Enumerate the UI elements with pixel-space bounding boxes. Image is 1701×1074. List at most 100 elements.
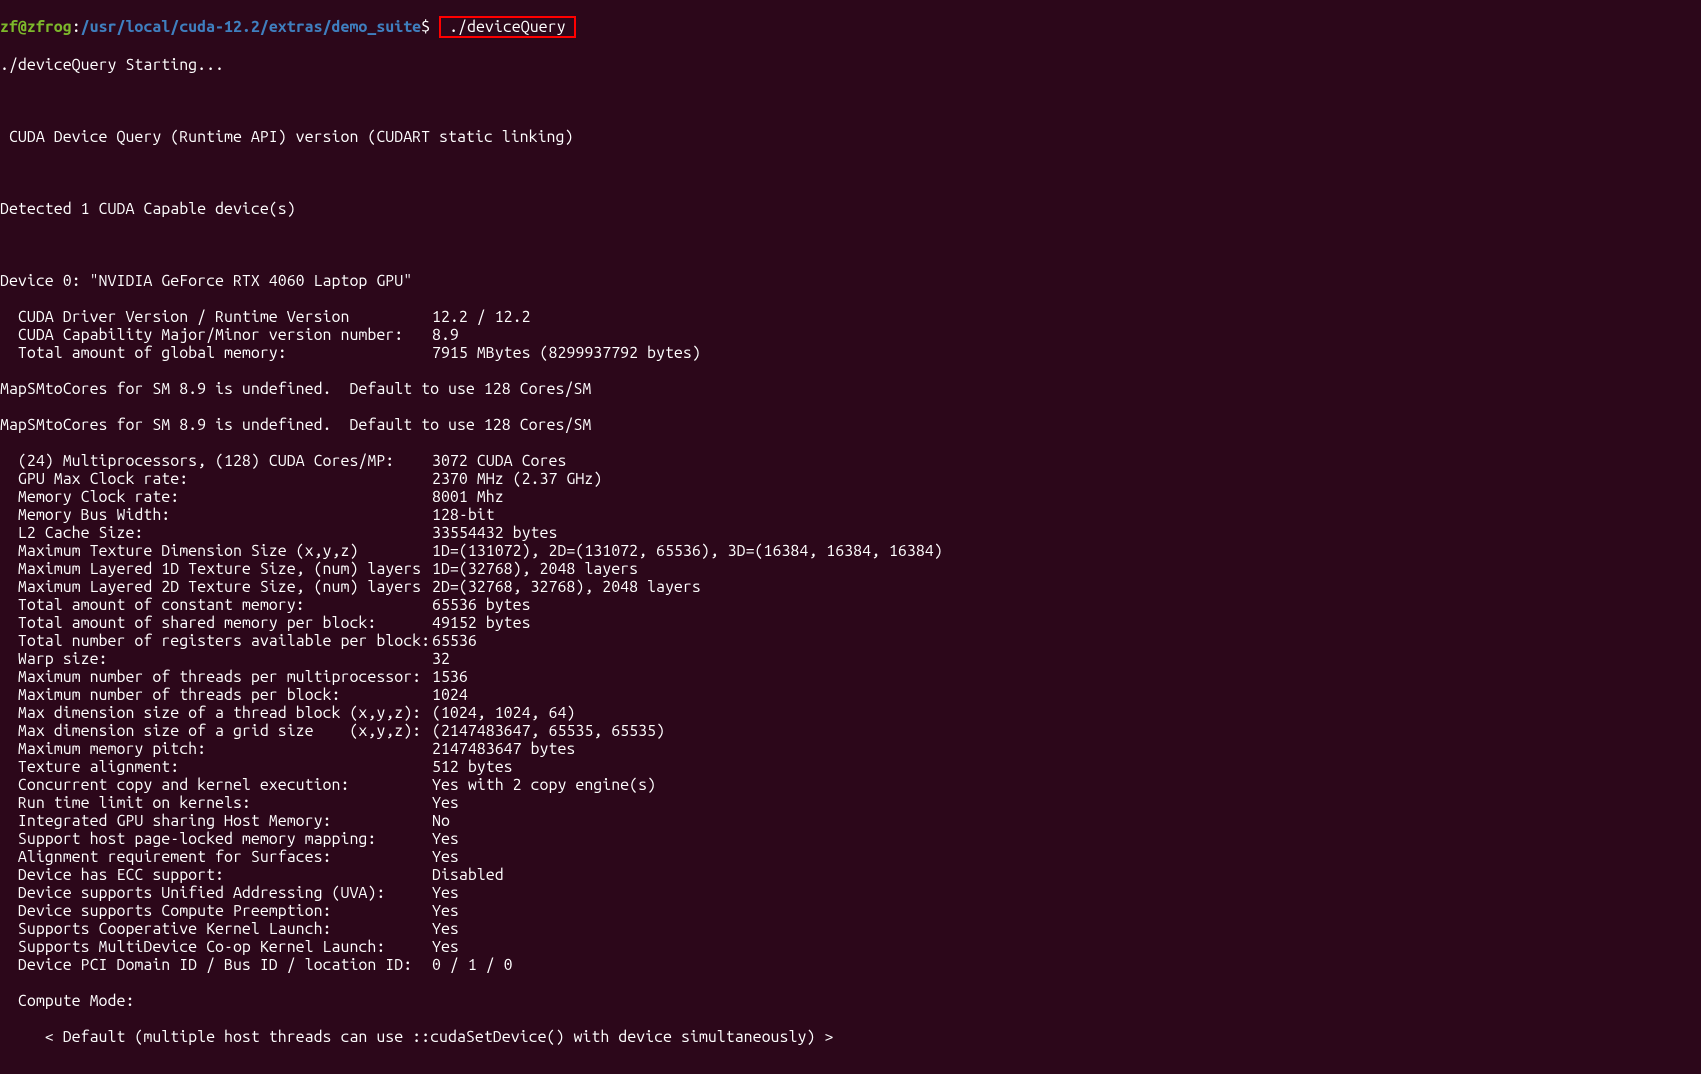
device-property-row: Maximum Layered 1D Texture Size, (num) l… [0,560,1701,578]
output-mapsm-2: MapSMtoCores for SM 8.9 is undefined. De… [0,416,1701,434]
device-property-row-value: 1D=(131072), 2D=(131072, 65536), 3D=(163… [432,542,943,560]
device-property-row-key: Total amount of global memory: [0,344,432,362]
device-property-row-value: 2147483647 bytes [432,740,575,758]
device-property-row-value: 512 bytes [432,758,513,776]
command-highlight-box: ./deviceQuery [439,16,575,38]
device-property-row-value: Yes [432,794,459,812]
device-property-row-value: 128-bit [432,506,495,524]
device-property-row: CUDA Capability Major/Minor version numb… [0,326,1701,344]
device-property-row-value: 8.9 [432,326,459,344]
device-property-row: Total amount of shared memory per block:… [0,614,1701,632]
device-property-row: L2 Cache Size:33554432 bytes [0,524,1701,542]
device-property-row: Maximum Layered 2D Texture Size, (num) l… [0,578,1701,596]
device-property-row: Alignment requirement for Surfaces:Yes [0,848,1701,866]
output-mapsm-1: MapSMtoCores for SM 8.9 is undefined. De… [0,380,1701,398]
device-property-row: Supports Cooperative Kernel Launch:Yes [0,920,1701,938]
prompt-dollar: $ [421,18,439,36]
device-property-row-value: Yes [432,920,459,938]
device-property-row-key: Device supports Compute Preemption: [0,902,432,920]
device-property-row-key: Support host page-locked memory mapping: [0,830,432,848]
device-property-row-value: 1024 [432,686,468,704]
device-property-row-value: (2147483647, 65535, 65535) [432,722,665,740]
device-property-row-value: 1536 [432,668,468,686]
terminal-output[interactable]: zf@zfrog:/usr/local/cuda-12.2/extras/dem… [0,0,1701,1074]
device-property-row-value: Disabled [432,866,504,884]
device-property-row-value: Yes [432,938,459,956]
device-property-row: Device supports Unified Addressing (UVA)… [0,884,1701,902]
device-property-row-key: L2 Cache Size: [0,524,432,542]
device-property-row: Total amount of global memory:7915 MByte… [0,344,1701,362]
device-property-row: Device PCI Domain ID / Bus ID / location… [0,956,1701,974]
output-detected: Detected 1 CUDA Capable device(s) [0,200,1701,218]
device-property-row: Support host page-locked memory mapping:… [0,830,1701,848]
device-property-row-value: Yes [432,830,459,848]
device-property-row-key: Texture alignment: [0,758,432,776]
device-property-row: Memory Bus Width:128-bit [0,506,1701,524]
output-device-name: Device 0: "NVIDIA GeForce RTX 4060 Lapto… [0,272,1701,290]
device-property-row-value: 0 / 1 / 0 [432,956,513,974]
device-property-row-key: Supports Cooperative Kernel Launch: [0,920,432,938]
device-property-row: Maximum number of threads per multiproce… [0,668,1701,686]
device-property-row-key: Device PCI Domain ID / Bus ID / location… [0,956,432,974]
output-starting: ./deviceQuery Starting... [0,56,1701,74]
device-property-row-key: Memory Clock rate: [0,488,432,506]
device-property-row-key: Maximum Layered 1D Texture Size, (num) l… [0,560,432,578]
device-property-row-key: Alignment requirement for Surfaces: [0,848,432,866]
device-property-row: (24) Multiprocessors, (128) CUDA Cores/M… [0,452,1701,470]
device-property-row-value: 1D=(32768), 2048 layers [432,560,638,578]
prompt-colon: : [72,18,81,36]
device-property-row: Total amount of constant memory:65536 by… [0,596,1701,614]
blank-line [0,1064,1701,1074]
prompt-user: zf@zfrog [0,18,72,36]
device-property-row: CUDA Driver Version / Runtime Version12.… [0,308,1701,326]
device-property-row-value: 2D=(32768, 32768), 2048 layers [432,578,701,596]
device-property-row: Run time limit on kernels:Yes [0,794,1701,812]
device-property-row-key: Maximum number of threads per multiproce… [0,668,432,686]
device-property-row-key: Max dimension size of a thread block (x,… [0,704,432,722]
device-property-row-key: Memory Bus Width: [0,506,432,524]
device-property-row-key: Total amount of shared memory per block: [0,614,432,632]
device-property-row-value: Yes [432,884,459,902]
device-property-row-value: No [432,812,450,830]
device-property-row-key: Integrated GPU sharing Host Memory: [0,812,432,830]
device-property-row-key: CUDA Capability Major/Minor version numb… [0,326,432,344]
device-property-row: Device supports Compute Preemption:Yes [0,902,1701,920]
device-property-row-value: 33554432 bytes [432,524,557,542]
device-property-row-key: Device supports Unified Addressing (UVA)… [0,884,432,902]
device-property-row-value: Yes with 2 copy engine(s) [432,776,656,794]
device-property-row-key: Concurrent copy and kernel execution: [0,776,432,794]
device-property-row: Maximum number of threads per block:1024 [0,686,1701,704]
device-property-row-key: Total number of registers available per … [0,632,432,650]
device-property-row: Memory Clock rate:8001 Mhz [0,488,1701,506]
output-header: CUDA Device Query (Runtime API) version … [0,128,1701,146]
device-property-row-key: CUDA Driver Version / Runtime Version [0,308,432,326]
device-property-row: Total number of registers available per … [0,632,1701,650]
device-property-row-value: 65536 [432,632,477,650]
device-property-row: Texture alignment:512 bytes [0,758,1701,776]
prompt-line-1: zf@zfrog:/usr/local/cuda-12.2/extras/dem… [0,18,1701,38]
output-compute-mode-label: Compute Mode: [0,992,1701,1010]
blank-line [0,92,1701,110]
device-property-row: Device has ECC support:Disabled [0,866,1701,884]
device-property-row: Max dimension size of a thread block (x,… [0,704,1701,722]
device-property-row-key: (24) Multiprocessors, (128) CUDA Cores/M… [0,452,432,470]
device-property-row-key: GPU Max Clock rate: [0,470,432,488]
device-property-row-value: 7915 MBytes (8299937792 bytes) [432,344,701,362]
device-property-row-key: Total amount of constant memory: [0,596,432,614]
device-property-row-key: Max dimension size of a grid size (x,y,z… [0,722,432,740]
device-property-row: Maximum memory pitch:2147483647 bytes [0,740,1701,758]
device-property-row-key: Maximum memory pitch: [0,740,432,758]
device-property-row-value: 3072 CUDA Cores [432,452,566,470]
prompt-path: /usr/local/cuda-12.2/extras/demo_suite [81,18,421,36]
device-property-row-key: Maximum number of threads per block: [0,686,432,704]
device-property-row-key: Device has ECC support: [0,866,432,884]
device-property-row-value: Yes [432,902,459,920]
device-property-row: Concurrent copy and kernel execution:Yes… [0,776,1701,794]
device-property-row-value: (1024, 1024, 64) [432,704,575,722]
blank-line [0,164,1701,182]
device-property-row-value: Yes [432,848,459,866]
device-property-row-value: 32 [432,650,450,668]
device-property-row-key: Supports MultiDevice Co-op Kernel Launch… [0,938,432,956]
device-property-row-value: 65536 bytes [432,596,531,614]
device-property-row: Integrated GPU sharing Host Memory:No [0,812,1701,830]
